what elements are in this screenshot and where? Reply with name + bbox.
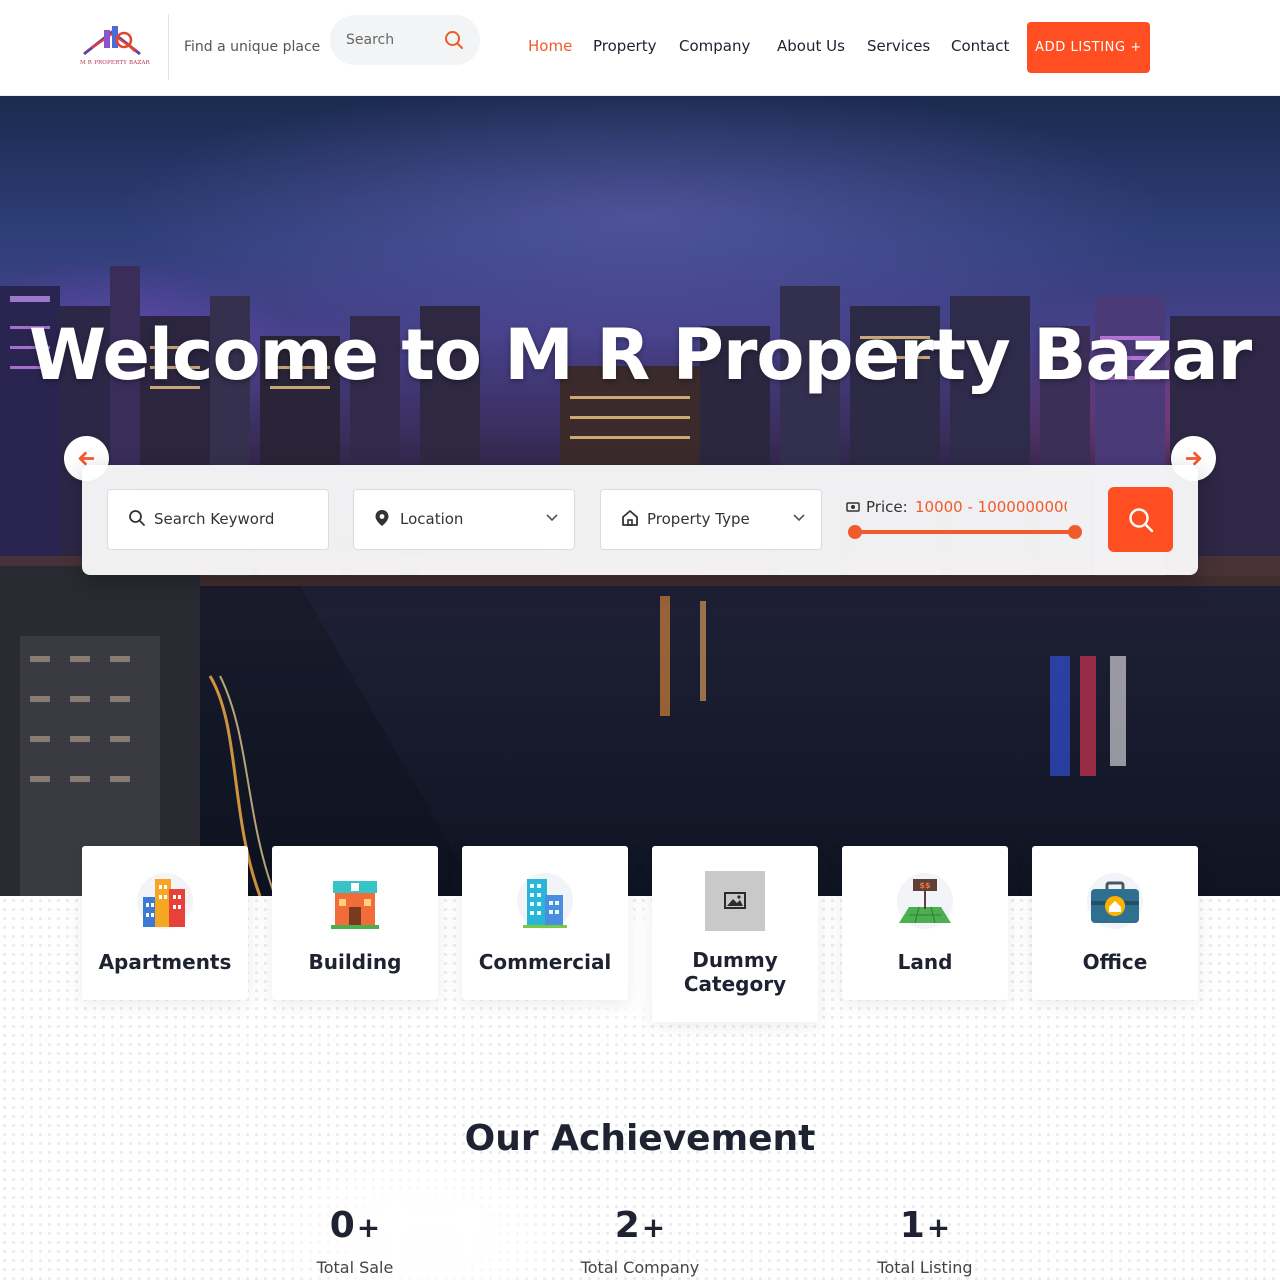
achievement-title: Our Achievement (464, 1118, 816, 1159)
nav-property[interactable]: Property (593, 37, 656, 55)
office-icon (1087, 873, 1143, 929)
hero-title: Welcome to M R Property Bazar (28, 314, 1252, 396)
svg-text:$$: $$ (919, 881, 931, 890)
price-label: Price: (866, 498, 908, 516)
home-icon (622, 510, 638, 526)
stat-suffix: + (641, 1211, 666, 1244)
land-icon: $$ (897, 873, 953, 929)
stat-label: Total Company (580, 1258, 700, 1277)
stat-number: 0+ (235, 1200, 475, 1254)
price-max-handle[interactable] (1068, 525, 1082, 539)
property-type-select[interactable]: Property Type (600, 489, 822, 550)
search-icon (1129, 508, 1154, 533)
site-logo[interactable]: M R PROPERTY BAZAR (80, 24, 150, 70)
category-card-commercial[interactable]: Commercial (462, 846, 628, 1000)
stat-suffix: + (926, 1211, 951, 1244)
price-value: 10000 - 1000000000 (915, 498, 1067, 516)
stat-total-sale: 0+ Total Sale (235, 1200, 475, 1277)
category-card-building[interactable]: Building (272, 846, 438, 1000)
stat-value: 2 (614, 1205, 640, 1246)
map-pin-icon (375, 510, 389, 526)
site-header: M R PROPERTY BAZAR Find a unique place H… (0, 0, 1280, 96)
keyword-placeholder: Search Keyword (154, 510, 275, 528)
category-label: Apartments (98, 950, 232, 974)
keyword-field[interactable]: Search Keyword (107, 489, 329, 550)
stat-value: 1 (899, 1205, 925, 1246)
category-label: Dummy Category (683, 948, 787, 996)
building-icon (331, 881, 379, 929)
commercial-icon (517, 873, 573, 929)
nav-contact[interactable]: Contact (951, 37, 1009, 55)
location-select[interactable]: Location (353, 489, 575, 550)
category-label: Office (1082, 950, 1148, 974)
price-range: Price: 10000 - 1000000000 (846, 495, 1082, 545)
chevron-down-icon (546, 514, 558, 522)
property-type-label: Property Type (647, 510, 750, 528)
stat-label: Total Listing (877, 1258, 973, 1277)
image-placeholder-icon (705, 871, 765, 931)
money-icon (846, 502, 860, 512)
nav-about-us[interactable]: About Us (777, 37, 845, 55)
category-label: Land (897, 950, 953, 974)
stat-suffix: + (356, 1211, 381, 1244)
logo-text: M R PROPERTY BAZAR (80, 60, 150, 66)
apartments-icon (137, 873, 193, 929)
nav-home[interactable]: Home (528, 37, 572, 55)
stat-number: 1+ (805, 1200, 1045, 1254)
location-label: Location (400, 510, 464, 528)
search-submit-button[interactable] (1108, 487, 1173, 552)
chevron-down-icon (793, 514, 805, 522)
nav-company[interactable]: Company (679, 37, 750, 55)
header-search (330, 15, 480, 65)
stat-number: 2+ (520, 1200, 760, 1254)
search-icon[interactable] (444, 30, 464, 50)
tagline: Find a unique place (184, 39, 321, 55)
category-card-apartments[interactable]: Apartments (82, 846, 248, 1000)
stat-label: Total Sale (316, 1258, 394, 1277)
logo-house-icon (83, 26, 141, 56)
property-search-panel: Search Keyword Location Property Type Pr… (82, 465, 1198, 575)
category-label: Commercial (478, 950, 612, 974)
price-min-handle[interactable] (848, 525, 862, 539)
add-listing-button[interactable]: ADD LISTING + (1027, 22, 1150, 73)
stat-total-listing: 1+ Total Listing (805, 1200, 1045, 1277)
nav-services[interactable]: Services (867, 37, 930, 55)
category-card-office[interactable]: Office (1032, 846, 1198, 1000)
hero-banner: Welcome to M R Property Bazar Search Key… (0, 96, 1280, 896)
price-slider[interactable] (848, 525, 1082, 539)
header-divider (168, 14, 169, 80)
category-label: Building (308, 950, 402, 974)
stat-value: 0 (329, 1205, 355, 1246)
search-icon (129, 510, 145, 526)
category-card-dummy-category[interactable]: Dummy Category (652, 846, 818, 1022)
stat-total-company: 2+ Total Company (520, 1200, 760, 1277)
header-search-input[interactable] (346, 30, 436, 50)
category-card-land[interactable]: $$ Land (842, 846, 1008, 1000)
